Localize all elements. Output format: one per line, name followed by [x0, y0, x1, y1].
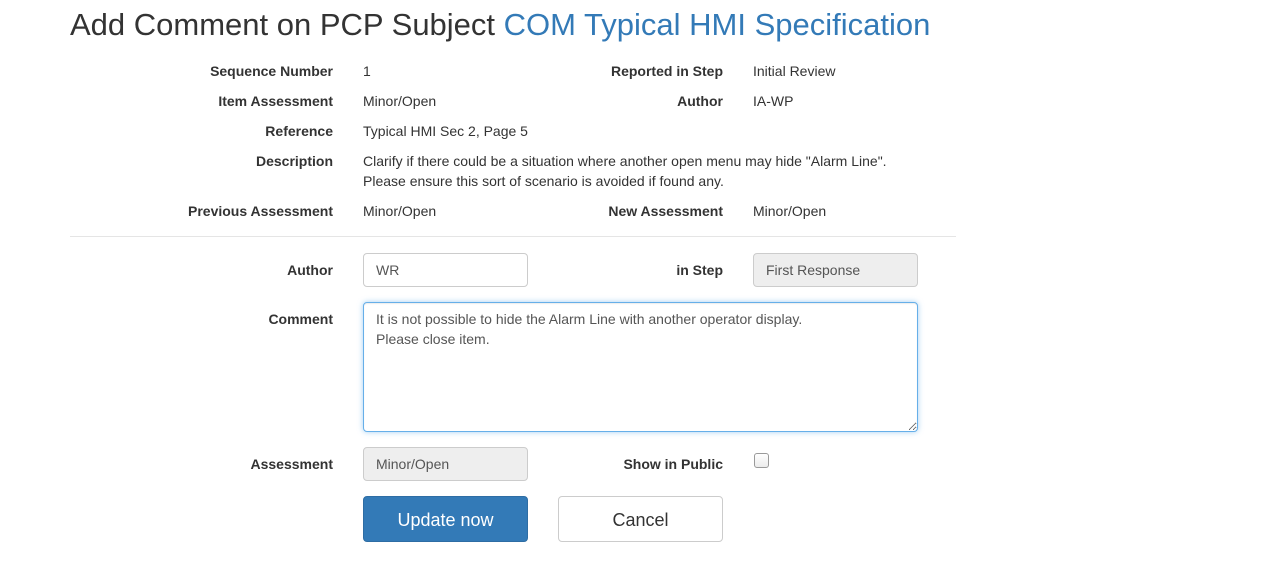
author-label: Author [677, 93, 723, 109]
previous-assessment-value: Minor/Open [363, 203, 437, 219]
in-step-input[interactable] [753, 253, 918, 287]
page-title: Add Comment on PCP Subject COM Typical H… [70, 6, 930, 44]
update-now-button[interactable]: Update now [363, 496, 528, 542]
reported-in-step-value: Initial Review [753, 63, 836, 79]
new-assessment-label: New Assessment [608, 203, 723, 219]
show-in-public-checkbox[interactable] [754, 453, 769, 468]
reference-label: Reference [265, 123, 333, 139]
in-step-label: in Step [676, 262, 723, 278]
comment-label: Comment [268, 311, 333, 327]
previous-assessment-label: Previous Assessment [188, 203, 333, 219]
page-title-prefix: Add Comment on PCP Subject [70, 7, 496, 42]
cancel-button[interactable]: Cancel [558, 496, 723, 542]
reference-value: Typical HMI Sec 2, Page 5 [363, 123, 528, 139]
sequence-number-label: Sequence Number [210, 63, 333, 79]
author-value: IA-WP [753, 93, 794, 109]
new-assessment-value: Minor/Open [753, 203, 827, 219]
section-divider [70, 236, 956, 237]
author-input[interactable] [363, 253, 528, 287]
show-in-public-label: Show in Public [623, 456, 723, 472]
item-assessment-label: Item Assessment [218, 93, 333, 109]
sequence-number-value: 1 [363, 63, 371, 79]
reported-in-step-label: Reported in Step [610, 63, 723, 79]
description-value: Clarify if there could be a situation wh… [363, 153, 887, 189]
assessment-input[interactable] [363, 447, 528, 481]
form-author-label: Author [287, 262, 333, 278]
subject-link[interactable]: COM Typical HMI Specification [504, 7, 931, 42]
comment-textarea[interactable]: It is not possible to hide the Alarm Lin… [363, 302, 918, 432]
item-assessment-value: Minor/Open [363, 93, 437, 109]
assessment-label: Assessment [250, 456, 334, 472]
description-label: Description [255, 153, 333, 169]
